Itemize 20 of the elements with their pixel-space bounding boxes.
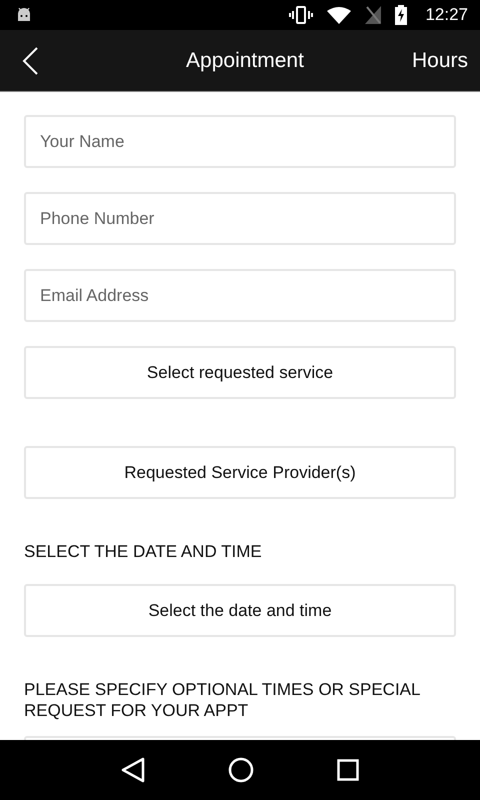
wifi-icon xyxy=(327,6,352,24)
section-heading: SELECT THE DATE AND TIME xyxy=(24,541,263,562)
text-field[interactable]: Your Name xyxy=(24,115,456,168)
no-sim-icon xyxy=(365,6,382,24)
section-heading: PLEASE SPECIFY OPTIONAL TIMES OR SPECIAL REQUEST FOR YOUR APPT xyxy=(24,679,421,721)
vibrate-icon xyxy=(289,6,314,24)
hours-button[interactable]: Hours xyxy=(412,48,468,72)
back-button[interactable] xyxy=(22,46,38,74)
text-field[interactable]: Phone Number xyxy=(24,192,456,245)
recents-icon[interactable] xyxy=(336,759,359,781)
text-field[interactable]: Email Address xyxy=(24,269,456,322)
status-time: 12:27 xyxy=(425,5,468,25)
android-icon xyxy=(16,8,32,22)
back-icon[interactable] xyxy=(121,757,146,783)
home-icon[interactable] xyxy=(228,757,254,783)
select-button[interactable]: Requested Service Provider(s) xyxy=(24,446,456,499)
select-button[interactable]: Select the date and time xyxy=(24,584,456,637)
battery-charging-icon xyxy=(395,5,408,25)
select-button[interactable]: Select requested service xyxy=(24,346,456,399)
screen-title: Appointment xyxy=(186,48,304,72)
